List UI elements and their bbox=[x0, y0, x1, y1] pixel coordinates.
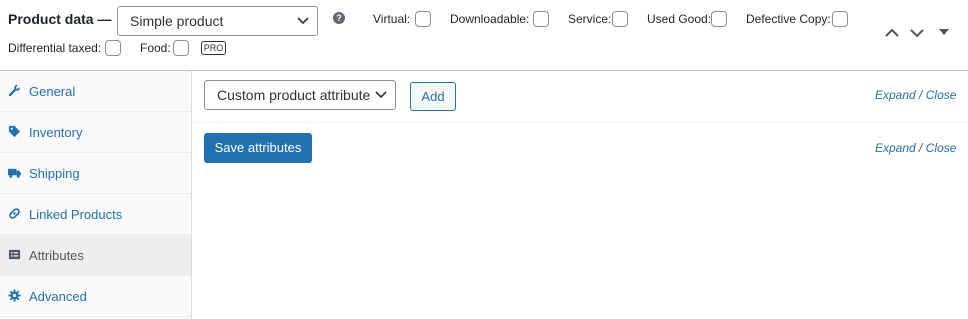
downloadable-checkbox[interactable] bbox=[533, 11, 549, 27]
attribute-type-select[interactable]: Custom product attribute bbox=[204, 80, 396, 110]
tab-shipping[interactable]: Shipping bbox=[0, 153, 191, 194]
defective-copy-label: Defective Copy: bbox=[746, 12, 831, 26]
expand-close-bottom: Expand / Close bbox=[875, 141, 956, 155]
virtual-checkbox[interactable] bbox=[415, 11, 431, 27]
tag-icon bbox=[8, 125, 21, 138]
chevron-up-icon[interactable] bbox=[885, 28, 899, 38]
service-label: Service: bbox=[568, 12, 612, 26]
tab-inventory-label: Inventory bbox=[29, 125, 83, 140]
virtual-label: Virtual: bbox=[373, 12, 411, 26]
gear-icon bbox=[8, 289, 21, 302]
list-icon bbox=[8, 249, 21, 260]
product-type-value: Simple product bbox=[130, 13, 224, 29]
used-good-label: Used Good: bbox=[647, 12, 712, 26]
expand-close-separator: / bbox=[919, 88, 923, 102]
differential-taxed-label: Differential taxed: bbox=[8, 41, 102, 55]
product-data-title: Product data — bbox=[8, 11, 112, 27]
tab-linked-products[interactable]: Linked Products bbox=[0, 194, 191, 235]
link-icon bbox=[9, 208, 20, 219]
used-good-checkbox[interactable] bbox=[711, 11, 727, 27]
tab-attributes[interactable]: Attributes bbox=[0, 235, 191, 276]
chevron-down-icon bbox=[297, 17, 309, 25]
chevron-down-icon[interactable] bbox=[910, 28, 924, 38]
add-attribute-button[interactable]: Add bbox=[410, 82, 456, 111]
wrench-icon bbox=[8, 85, 20, 97]
pro-badge: PRO bbox=[201, 41, 226, 55]
product-data-tabs: General Inventory Shipping Linked Produc… bbox=[0, 71, 192, 319]
defective-copy-checkbox[interactable] bbox=[832, 11, 848, 27]
food-checkbox[interactable] bbox=[173, 40, 189, 56]
attributes-toolbar: Custom product attribute Add bbox=[192, 71, 968, 123]
tab-advanced-label: Advanced bbox=[29, 289, 87, 304]
service-checkbox[interactable] bbox=[612, 11, 628, 27]
tab-linked-products-label: Linked Products bbox=[29, 207, 123, 222]
expand-close-top: Expand / Close bbox=[875, 88, 956, 102]
downloadable-label: Downloadable: bbox=[450, 12, 530, 26]
chevron-down-icon bbox=[375, 91, 387, 99]
tab-advanced[interactable]: Advanced bbox=[0, 276, 191, 317]
tab-shipping-label: Shipping bbox=[29, 166, 80, 181]
tab-general[interactable]: General bbox=[0, 71, 191, 112]
tab-attributes-label: Attributes bbox=[29, 248, 84, 263]
product-data-header: Product data — Simple product ? Virtual:… bbox=[0, 0, 968, 71]
truck-icon bbox=[8, 168, 21, 178]
tab-inventory[interactable]: Inventory bbox=[0, 112, 191, 153]
expand-close-separator: / bbox=[919, 141, 923, 155]
attribute-type-value: Custom product attribute bbox=[217, 87, 371, 103]
caret-down-icon[interactable] bbox=[938, 28, 950, 36]
product-type-select[interactable]: Simple product bbox=[117, 6, 318, 36]
expand-link[interactable]: Expand bbox=[875, 141, 916, 155]
question-icon[interactable]: ? bbox=[333, 12, 345, 24]
expand-link[interactable]: Expand bbox=[875, 88, 916, 102]
close-link[interactable]: Close bbox=[926, 88, 957, 102]
food-label: Food: bbox=[140, 41, 171, 55]
save-attributes-button[interactable]: Save attributes bbox=[204, 133, 312, 163]
close-link[interactable]: Close bbox=[926, 141, 957, 155]
differential-taxed-checkbox[interactable] bbox=[105, 40, 121, 56]
tab-general-label: General bbox=[29, 84, 76, 99]
